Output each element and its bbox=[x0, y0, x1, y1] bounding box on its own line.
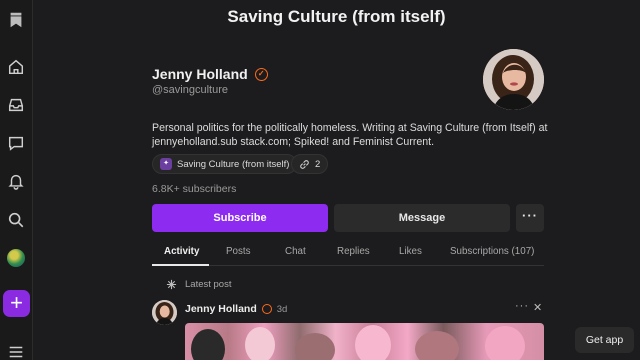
tab-replies[interactable]: Replies bbox=[337, 246, 370, 257]
post-image[interactable] bbox=[185, 323, 544, 360]
page-title: Saving Culture (from itself) bbox=[227, 7, 446, 26]
post-menu-button[interactable]: ··· bbox=[515, 300, 529, 312]
search-icon[interactable] bbox=[6, 210, 26, 230]
profile-name-row: Jenny Holland ✓ bbox=[152, 66, 268, 82]
chat-icon[interactable] bbox=[6, 133, 26, 153]
profile-handle: @savingculture bbox=[152, 84, 228, 96]
post-timestamp: 3d bbox=[276, 303, 288, 315]
profile-tabs: Activity Posts Chat Replies Likes Subscr… bbox=[152, 242, 544, 266]
pin-icon bbox=[166, 279, 177, 290]
profile-bio: Personal politics for the politically ho… bbox=[152, 122, 548, 148]
post-author-avatar[interactable] bbox=[152, 300, 177, 325]
publication-pill-label: Saving Culture (from itself) bbox=[177, 158, 290, 170]
tab-subscriptions[interactable]: Subscriptions (107) bbox=[450, 246, 534, 257]
tab-activity[interactable]: Activity bbox=[164, 246, 199, 257]
links-pill[interactable]: 2 bbox=[291, 154, 329, 174]
subscriber-count: 6.8K+ subscribers bbox=[152, 183, 237, 195]
link-icon bbox=[300, 159, 309, 169]
latest-post-label: Latest post bbox=[185, 279, 232, 290]
message-button[interactable]: Message bbox=[334, 204, 510, 232]
bell-icon[interactable] bbox=[6, 171, 26, 191]
profile-avatar-large[interactable] bbox=[483, 49, 544, 110]
publication-logo-icon: ✦ bbox=[160, 158, 172, 170]
active-tab-indicator bbox=[152, 264, 209, 266]
tab-likes[interactable]: Likes bbox=[399, 246, 422, 257]
verified-icon: ✓ bbox=[254, 67, 268, 81]
subscribe-button[interactable]: Subscribe bbox=[152, 204, 328, 232]
plus-icon[interactable]: + bbox=[3, 290, 30, 317]
publication-pill[interactable]: ✦ Saving Culture (from itself) bbox=[152, 154, 298, 174]
get-app-button[interactable]: Get app bbox=[575, 327, 634, 353]
post-header: Jenny Holland 3d bbox=[185, 303, 287, 315]
inbox-icon[interactable] bbox=[6, 95, 26, 115]
left-rail: + bbox=[0, 0, 33, 360]
tab-posts[interactable]: Posts bbox=[226, 246, 251, 257]
post-dismiss-button[interactable]: ✕ bbox=[533, 301, 542, 314]
tab-chat[interactable]: Chat bbox=[285, 246, 306, 257]
latest-post-label-row: Latest post bbox=[166, 279, 231, 290]
post-verified-icon bbox=[261, 304, 272, 314]
more-options-button[interactable]: ··· bbox=[516, 204, 544, 232]
profile-avatar[interactable] bbox=[7, 249, 25, 267]
profile-name: Jenny Holland bbox=[152, 66, 248, 82]
links-count: 2 bbox=[315, 158, 321, 170]
post-author-name[interactable]: Jenny Holland bbox=[185, 303, 257, 315]
bookmark-logo-icon[interactable] bbox=[6, 10, 26, 30]
menu-icon[interactable] bbox=[6, 342, 26, 360]
home-icon[interactable] bbox=[6, 57, 26, 77]
